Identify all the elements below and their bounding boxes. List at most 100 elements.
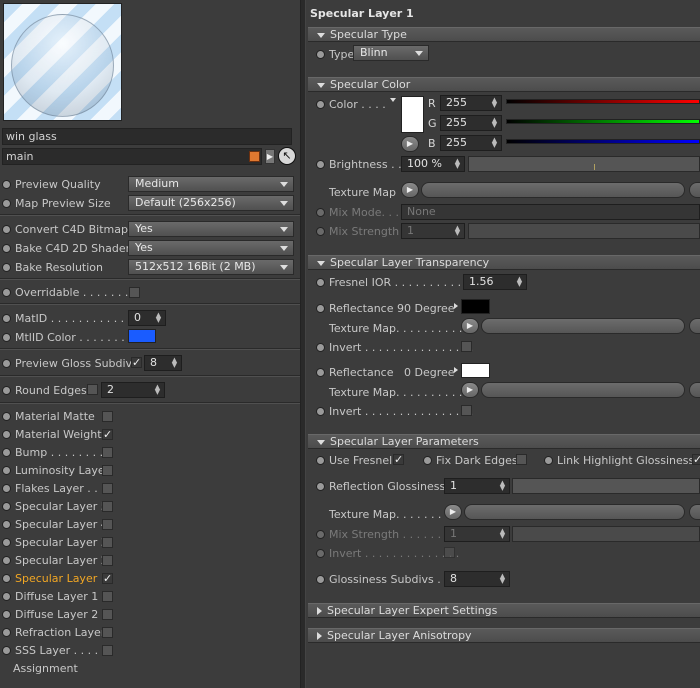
- anim-dot-icon[interactable]: [316, 548, 325, 558]
- gloss-subdivs-checkbox[interactable]: ✓: [131, 357, 142, 368]
- blue-input[interactable]: 255 ▲ ▼: [440, 135, 502, 151]
- layer-checkbox[interactable]: [102, 537, 113, 548]
- anim-dot-icon[interactable]: [2, 609, 11, 619]
- anim-dot-icon[interactable]: [316, 99, 325, 109]
- anim-dot-icon[interactable]: [316, 529, 325, 539]
- anim-dot-icon[interactable]: [2, 332, 11, 342]
- layer-arrow-icon[interactable]: ▶: [265, 149, 275, 164]
- spinner-icon[interactable]: ▲ ▼: [499, 480, 506, 492]
- layer-checkbox[interactable]: [102, 465, 113, 476]
- bake-resolution-dropdown[interactable]: 512x512 16Bit (2 MB): [128, 259, 294, 275]
- assignment-row[interactable]: Assignment: [13, 659, 78, 677]
- layer-row[interactable]: Bump . . . . . . . . .: [2, 443, 110, 461]
- spinner-icon[interactable]: ▲ ▼: [491, 137, 498, 149]
- layer-checkbox[interactable]: [102, 555, 113, 566]
- section-specular-params[interactable]: Specular Layer Parameters: [308, 434, 700, 449]
- texture-map-slot[interactable]: [464, 504, 685, 520]
- brightness-slider[interactable]: [468, 156, 700, 172]
- map-preview-size-dropdown[interactable]: Default (256x256): [128, 195, 294, 211]
- refl90-swatch[interactable]: [461, 299, 490, 314]
- anim-dot-icon[interactable]: [2, 645, 11, 655]
- anim-dot-icon[interactable]: [316, 207, 325, 217]
- mtlid-color-swatch[interactable]: [128, 329, 156, 343]
- spinner-icon[interactable]: ▲ ▼: [454, 158, 461, 170]
- layer-row[interactable]: Material Weight: [2, 425, 102, 443]
- mix-strength-input[interactable]: 1 ▲ ▼: [444, 526, 510, 542]
- anim-dot-icon[interactable]: [316, 481, 325, 491]
- layer-row[interactable]: Specular Layer 1: [2, 569, 108, 587]
- anim-dot-icon[interactable]: [2, 198, 11, 208]
- section-specular-type[interactable]: Specular Type: [308, 27, 700, 42]
- layer-row[interactable]: Specular Layer 3: [2, 533, 108, 551]
- spinner-icon[interactable]: ▲ ▼: [491, 117, 498, 129]
- anim-dot-icon[interactable]: [316, 49, 325, 59]
- texture-map-extra[interactable]: [689, 382, 700, 398]
- layer-checkbox[interactable]: [102, 447, 113, 458]
- blue-slider[interactable]: [506, 139, 700, 144]
- texture-map-button[interactable]: ▶: [461, 318, 479, 334]
- material-preview[interactable]: [3, 3, 122, 121]
- round-edges-input[interactable]: 2 ▲ ▼: [101, 382, 165, 398]
- layer-row[interactable]: Material Matte: [2, 407, 95, 425]
- layer-checkbox[interactable]: [102, 609, 113, 620]
- green-slider[interactable]: [506, 119, 700, 124]
- refl0-menu-icon[interactable]: [454, 367, 458, 373]
- anim-dot-icon[interactable]: [2, 179, 11, 189]
- anim-dot-icon[interactable]: [2, 224, 11, 234]
- layer-row[interactable]: Specular Layer 2: [2, 551, 108, 569]
- pointer-icon[interactable]: ↖: [278, 147, 296, 165]
- anim-dot-icon[interactable]: [2, 243, 11, 253]
- anim-dot-icon[interactable]: [2, 537, 11, 547]
- anim-dot-icon[interactable]: [2, 262, 11, 272]
- preview-quality-dropdown[interactable]: Medium: [128, 176, 294, 192]
- anim-dot-icon[interactable]: [316, 574, 325, 584]
- layer-checkbox[interactable]: [102, 483, 113, 494]
- material-name-field[interactable]: win glass: [2, 128, 292, 145]
- use-fresnel-checkbox[interactable]: ✓: [393, 454, 404, 465]
- bake-shaders-dropdown[interactable]: Yes: [128, 240, 294, 256]
- color-menu-icon[interactable]: [390, 98, 396, 102]
- anim-dot-icon[interactable]: [316, 406, 325, 416]
- spinner-icon[interactable]: ▲ ▼: [454, 225, 461, 237]
- layer-row[interactable]: SSS Layer . . . . . .: [2, 641, 112, 659]
- layer-row[interactable]: Flakes Layer . . . .: [2, 479, 112, 497]
- spinner-icon[interactable]: ▲ ▼: [499, 528, 506, 540]
- spinner-icon[interactable]: ▲ ▼: [154, 384, 161, 396]
- fix-dark-checkbox[interactable]: [516, 454, 527, 465]
- matid-input[interactable]: 0 ▲ ▼: [128, 310, 166, 326]
- anim-dot-icon[interactable]: [2, 483, 11, 493]
- refl90-menu-icon[interactable]: [454, 303, 458, 309]
- texture-map-button[interactable]: ▶: [461, 382, 479, 398]
- mix-strength-slider[interactable]: [468, 223, 700, 239]
- fresnel-ior-input[interactable]: 1.56 ▲ ▼: [463, 274, 527, 290]
- mix-mode-dropdown[interactable]: None: [401, 204, 700, 220]
- anim-dot-icon[interactable]: [2, 519, 11, 529]
- anim-dot-icon[interactable]: [2, 358, 11, 368]
- anim-dot-icon[interactable]: [2, 591, 11, 601]
- gloss-subdivs-input[interactable]: 8 ▲ ▼: [444, 571, 510, 587]
- brightness-input[interactable]: 100 % ▲ ▼: [401, 156, 465, 172]
- layer-field[interactable]: main: [2, 148, 262, 165]
- layer-row[interactable]: Diffuse Layer 1: [2, 587, 98, 605]
- anim-dot-icon[interactable]: [316, 342, 325, 352]
- texture-map-extra[interactable]: [689, 318, 700, 334]
- anim-dot-icon[interactable]: [2, 465, 11, 475]
- spinner-icon[interactable]: ▲ ▼: [516, 276, 523, 288]
- layer-row[interactable]: Specular Layer 4: [2, 515, 108, 533]
- layer-row[interactable]: Diffuse Layer 2: [2, 605, 98, 623]
- refl-gloss-input[interactable]: 1 ▲ ▼: [444, 478, 510, 494]
- invert-checkbox[interactable]: [461, 405, 472, 416]
- anim-dot-icon[interactable]: [2, 287, 11, 297]
- color-swatch[interactable]: [401, 96, 424, 133]
- spinner-icon[interactable]: ▲ ▼: [171, 357, 178, 369]
- section-expert-settings[interactable]: Specular Layer Expert Settings: [308, 603, 700, 618]
- texture-map-slot[interactable]: [481, 318, 685, 334]
- layer-checkbox[interactable]: [102, 627, 113, 638]
- layer-checkbox[interactable]: ✓: [102, 429, 113, 440]
- layer-row[interactable]: Refraction Layer: [2, 623, 105, 641]
- convert-bitmaps-dropdown[interactable]: Yes: [128, 221, 294, 237]
- round-edges-checkbox[interactable]: [87, 384, 98, 395]
- section-specular-color[interactable]: Specular Color: [308, 77, 700, 92]
- refl0-swatch[interactable]: [461, 363, 490, 378]
- texture-map-button[interactable]: ▶: [444, 504, 462, 520]
